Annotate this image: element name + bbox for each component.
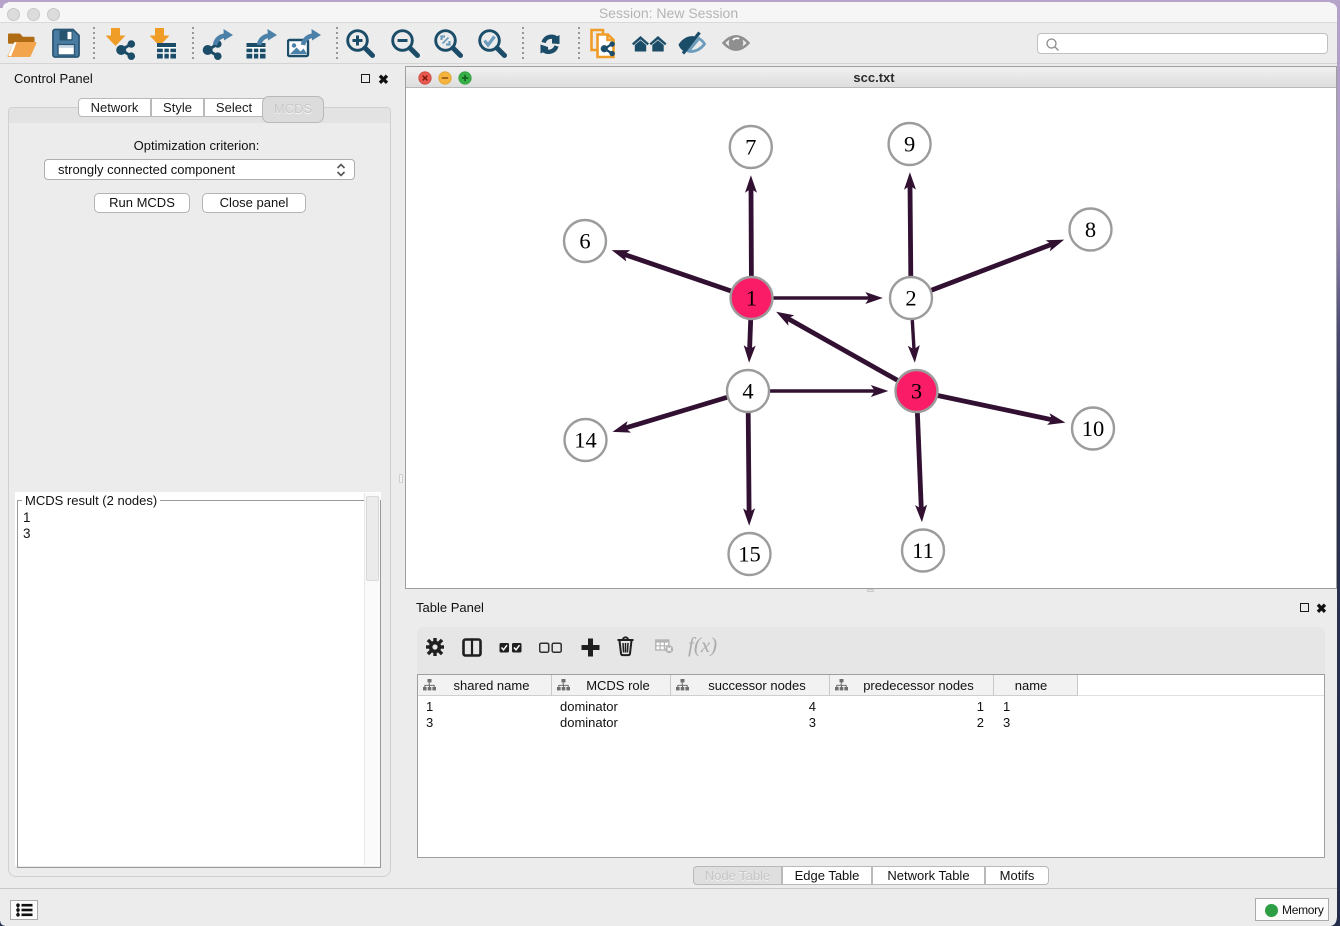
svg-text:3: 3 <box>911 379 922 404</box>
svg-text:11: 11 <box>912 538 934 563</box>
svg-text:6: 6 <box>579 229 590 254</box>
svg-text:8: 8 <box>1085 217 1096 242</box>
svg-text:1: 1 <box>746 286 757 311</box>
svg-text:15: 15 <box>738 542 761 567</box>
svg-text:9: 9 <box>904 132 915 157</box>
svg-text:14: 14 <box>574 428 597 453</box>
svg-text:2: 2 <box>905 286 916 311</box>
svg-text:4: 4 <box>742 379 753 404</box>
svg-text:10: 10 <box>1082 416 1105 441</box>
svg-text:7: 7 <box>745 135 756 160</box>
